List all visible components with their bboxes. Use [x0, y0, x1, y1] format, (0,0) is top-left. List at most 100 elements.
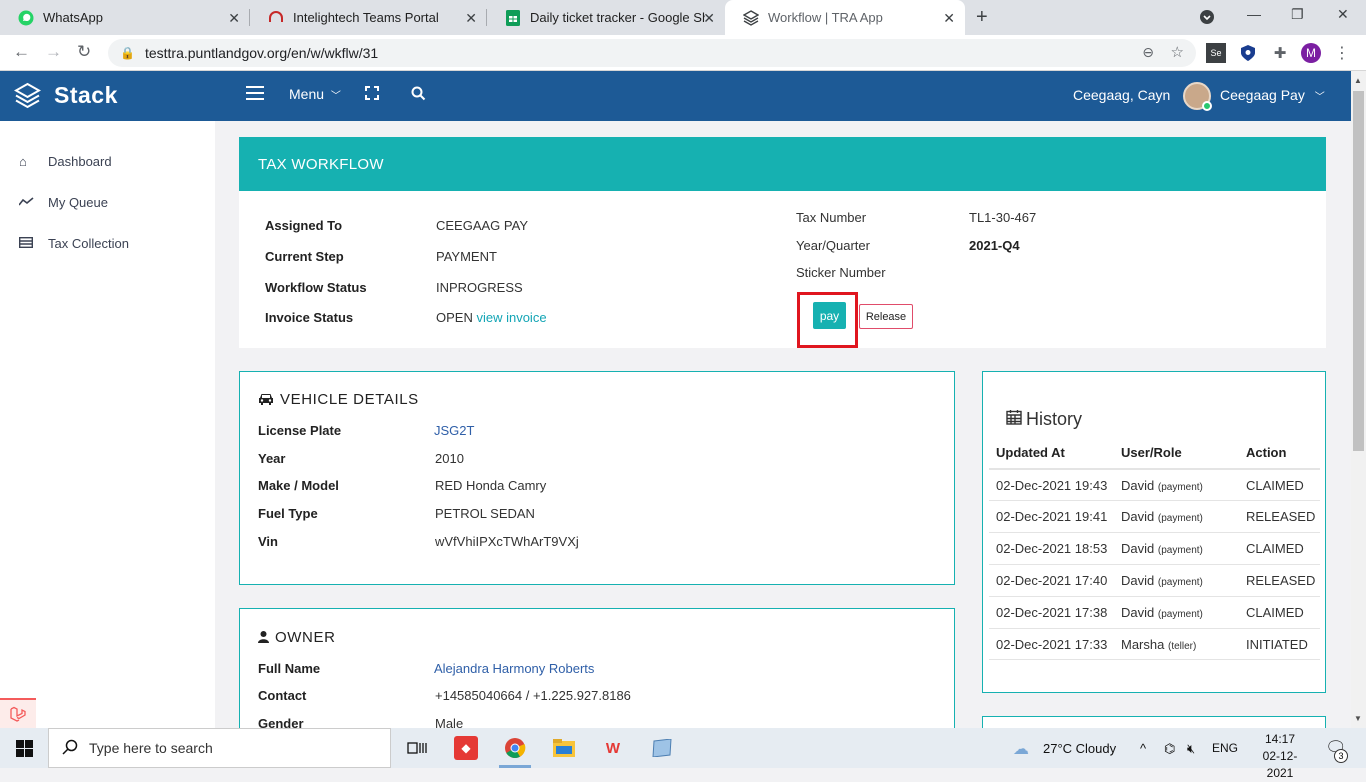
browser-tab-bar: WhatsApp ✕ Intelightech Teams Portal ✕ D…: [0, 0, 1366, 35]
avatar[interactable]: [1183, 82, 1212, 111]
workflow-status-value: INPROGRESS: [436, 280, 523, 295]
chrome-app-icon[interactable]: [503, 736, 527, 760]
url-text: testtra.puntlandgov.org/en/w/wkflw/31: [144, 45, 379, 61]
license-plate-label: License Plate: [258, 423, 342, 438]
history-user-role: (payment): [1157, 482, 1203, 493]
card-title: OWNER: [275, 629, 336, 646]
history-date: 02-Dec-2021 17:38: [996, 605, 1108, 620]
tab-ticket-tracker[interactable]: Daily ticket tracker - Google Shee ✕: [487, 0, 725, 35]
file-explorer-icon[interactable]: [552, 736, 576, 760]
anydesk-app-icon[interactable]: ◆: [454, 736, 478, 760]
taskbar-search-input[interactable]: Type here to search: [48, 728, 391, 768]
reload-icon[interactable]: ↻: [77, 42, 91, 62]
hamburger-menu-icon[interactable]: [246, 86, 264, 102]
extension-shield-icon[interactable]: [1238, 43, 1258, 63]
debugbar-icon[interactable]: [0, 698, 36, 728]
chevron-down-icon: ﹀: [1314, 92, 1325, 103]
history-user-role: (teller): [1167, 641, 1197, 652]
network-icon[interactable]: ⌬: [1164, 741, 1175, 757]
activity-icon: [18, 195, 35, 210]
close-icon[interactable]: ✕: [703, 10, 715, 27]
taskbar-clock[interactable]: 14:17 02-12-2021: [1250, 731, 1310, 782]
stack-icon: [743, 9, 759, 26]
vehicle-details-title: VEHICLE DETAILS: [258, 391, 419, 408]
scroll-up-icon[interactable]: ▲: [1354, 76, 1362, 85]
search-icon[interactable]: [411, 86, 426, 105]
brand-name: Stack: [54, 82, 118, 108]
history-date: 02-Dec-2021 19:41: [996, 509, 1108, 524]
tab-whatsapp[interactable]: WhatsApp ✕: [0, 0, 250, 35]
history-action: INITIATED: [1246, 637, 1308, 652]
minimize-icon[interactable]: —: [1247, 6, 1261, 22]
card-title: TAX WORKFLOW: [258, 155, 384, 173]
close-icon[interactable]: ✕: [228, 10, 240, 27]
address-bar: ← → ↻ 🔒 testtra.puntlandgov.org/en/w/wkf…: [0, 35, 1366, 71]
forward-arrow-icon[interactable]: →: [45, 42, 62, 62]
history-user: Marsha (teller): [1121, 637, 1196, 652]
release-button[interactable]: Release: [859, 304, 913, 329]
user-dropdown[interactable]: Ceegaag Pay ﹀: [1220, 87, 1325, 103]
search-icon: [62, 739, 78, 760]
scrollbar-thumb[interactable]: [1353, 91, 1364, 451]
view-invoice-link[interactable]: view invoice: [476, 310, 546, 325]
history-user: David (payment): [1121, 509, 1203, 524]
home-icon: ⌂: [19, 154, 27, 169]
windows-start-icon[interactable]: [12, 736, 36, 760]
close-icon[interactable]: ✕: [943, 10, 955, 27]
full-name-value[interactable]: Alejandra Harmony Roberts: [434, 661, 594, 676]
sidebar-item-tax-collection[interactable]: Tax Collection: [18, 236, 129, 251]
bookmark-star-icon[interactable]: ☆: [1171, 43, 1184, 61]
weather-text[interactable]: 27°C Cloudy: [1043, 741, 1116, 756]
history-user: David (payment): [1121, 573, 1203, 588]
tax-workflow-body: [239, 191, 1326, 348]
language-indicator[interactable]: ENG: [1212, 741, 1238, 755]
user-display-name: Ceegaag, Cayn: [1073, 87, 1171, 103]
clock-time: 14:17: [1264, 732, 1296, 746]
new-tab-plus-icon[interactable]: +: [976, 6, 988, 29]
fullscreen-icon[interactable]: [365, 86, 379, 104]
notes-app-icon[interactable]: [650, 736, 674, 760]
menu-dropdown[interactable]: Menu ﹀: [289, 86, 341, 102]
chevron-down-icon: ﹀: [330, 91, 341, 102]
profile-avatar[interactable]: M: [1301, 43, 1321, 63]
card-title: VEHICLE DETAILS: [280, 391, 419, 408]
page-scrollbar[interactable]: ▲ ▼: [1351, 71, 1366, 728]
tab-workflow[interactable]: Workflow | TRA App ✕: [725, 0, 965, 35]
extension-se-icon[interactable]: Se: [1206, 43, 1226, 63]
extensions-puzzle-icon[interactable]: ✚: [1270, 43, 1290, 63]
tab-teams-portal[interactable]: Intelightech Teams Portal ✕: [250, 0, 487, 35]
more-menu-icon[interactable]: ⋮: [1332, 43, 1352, 63]
back-arrow-icon[interactable]: ←: [13, 42, 30, 62]
sidebar: ⌂ Dashboard My Queue Tax Collection: [0, 121, 215, 728]
tab-search-icon[interactable]: [1199, 9, 1215, 28]
history-user: David (payment): [1121, 478, 1203, 493]
url-input[interactable]: 🔒 testtra.puntlandgov.org/en/w/wkflw/31 …: [108, 39, 1196, 67]
tax-workflow-header: TAX WORKFLOW: [239, 137, 1326, 191]
scroll-down-icon[interactable]: ▼: [1354, 714, 1362, 723]
table-row: 02-Dec-2021 19:41 David (payment) RELEAS…: [989, 500, 1320, 532]
history-action: RELEASED: [1246, 573, 1316, 588]
clock-date: 02-12-2021: [1262, 749, 1298, 780]
history-user-name: Marsha: [1121, 637, 1165, 652]
sidebar-item-label: My Queue: [48, 195, 108, 210]
zoom-icon[interactable]: ⊖: [1142, 44, 1154, 61]
invoice-status-text: OPEN: [436, 310, 473, 325]
tax-number-value: TL1-30-467: [969, 210, 1037, 225]
wps-office-icon[interactable]: W: [601, 736, 625, 760]
app-header: Stack Menu ﹀ Ceegaag, Cayn Ceegaag Pay ﹀: [0, 71, 1351, 121]
restore-icon[interactable]: ❐: [1291, 6, 1304, 23]
make-model-value: RED Honda Camry: [435, 478, 547, 493]
sidebar-item-my-queue[interactable]: My Queue: [18, 195, 108, 210]
brand[interactable]: Stack: [13, 82, 118, 109]
car-icon: [258, 392, 274, 408]
make-model-label: Make / Model: [258, 478, 339, 493]
close-icon[interactable]: ✕: [465, 10, 477, 27]
owner-card: [239, 608, 955, 738]
sidebar-item-dashboard[interactable]: ⌂ Dashboard: [19, 154, 112, 169]
license-plate-value[interactable]: JSG2T: [434, 423, 474, 438]
chevron-up-icon[interactable]: ^: [1140, 741, 1146, 756]
volume-muted-icon[interactable]: 🔇︎: [1187, 741, 1195, 757]
pay-button[interactable]: pay: [813, 302, 846, 329]
task-view-icon[interactable]: [405, 736, 429, 760]
close-window-icon[interactable]: ✕: [1337, 6, 1349, 23]
